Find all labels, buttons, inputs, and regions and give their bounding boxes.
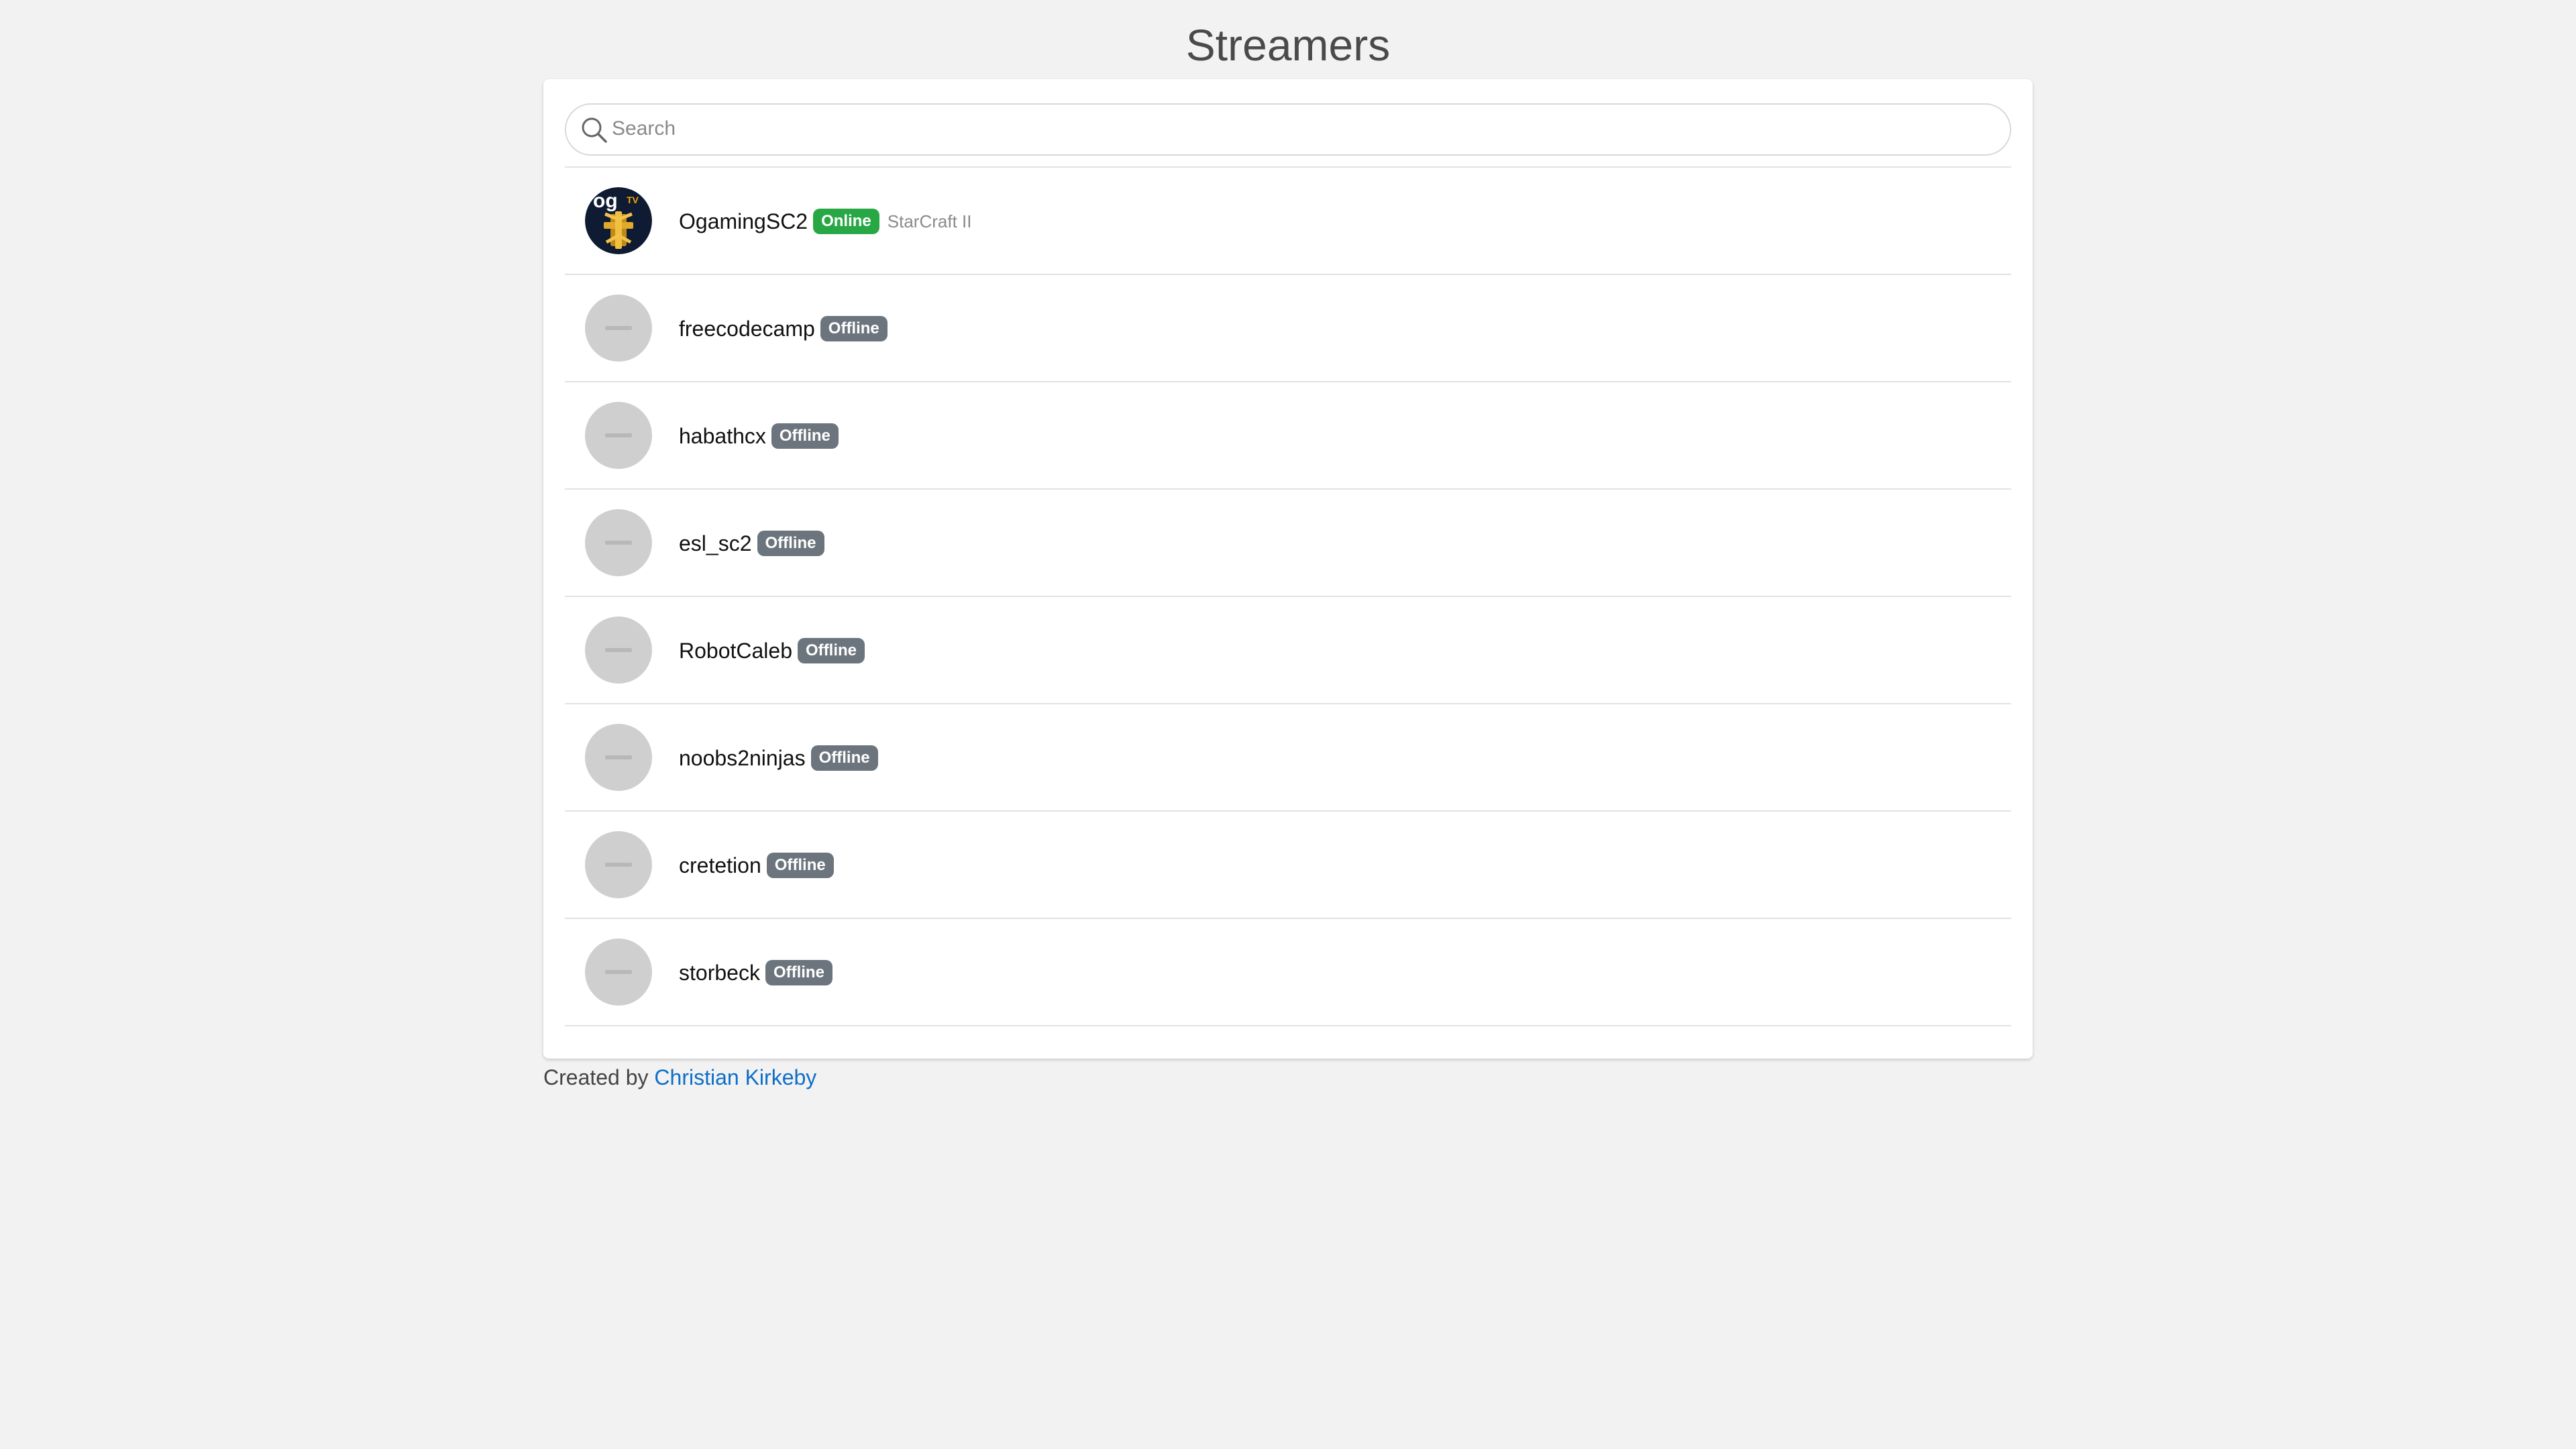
search-bar[interactable]	[565, 103, 2011, 156]
search-icon	[582, 117, 607, 143]
streamer-info: OgamingSC2 Online StarCraft II	[679, 205, 971, 237]
status-badge: Offline	[757, 531, 824, 556]
avatar	[585, 831, 652, 898]
avatar-ogaming-logo: og TV	[585, 187, 652, 254]
streamer-name[interactable]: noobs2ninjas	[679, 746, 806, 771]
ogaming-logo-icon: og TV	[585, 187, 652, 254]
streamer-row[interactable]: noobs2ninjas Offline	[565, 704, 2011, 812]
svg-text:TV: TV	[627, 195, 639, 205]
svg-text:og: og	[593, 190, 618, 212]
streamer-row[interactable]: og TV OgamingSC2 Online StarCraft II	[565, 168, 2011, 275]
streamer-name[interactable]: freecodecamp	[679, 317, 815, 341]
streamer-info: habathcx Offline	[679, 420, 839, 452]
streamer-info: freecodecamp Offline	[679, 313, 888, 345]
avatar	[585, 294, 652, 362]
streamer-row[interactable]: RobotCaleb Offline	[565, 597, 2011, 704]
streamer-row[interactable]: esl_sc2 Offline	[565, 490, 2011, 597]
streamer-name[interactable]: cretetion	[679, 853, 761, 878]
avatar	[585, 616, 652, 684]
placeholder-image-icon	[605, 863, 632, 867]
streamer-name[interactable]: OgamingSC2	[679, 209, 808, 234]
status-badge: Offline	[810, 745, 878, 771]
search-input[interactable]	[612, 110, 1994, 148]
placeholder-image-icon	[605, 648, 632, 652]
streamer-info: storbeck Offline	[679, 957, 833, 989]
status-badge: Offline	[771, 423, 839, 449]
streamer-row[interactable]: storbeck Offline	[565, 919, 2011, 1026]
placeholder-image-icon	[605, 326, 632, 330]
status-badge: Offline	[820, 316, 888, 341]
streamer-info: RobotCaleb Offline	[679, 635, 865, 667]
streamer-info: esl_sc2 Offline	[679, 527, 824, 559]
streamer-list: og TV OgamingSC2 Online StarCraft II fre…	[565, 166, 2011, 1026]
placeholder-image-icon	[605, 433, 632, 437]
footer-prefix: Created by	[543, 1065, 649, 1089]
game-label: StarCraft II	[887, 211, 972, 231]
avatar	[585, 402, 652, 469]
placeholder-image-icon	[605, 541, 632, 545]
streamer-info: noobs2ninjas Offline	[679, 742, 878, 774]
status-badge: Offline	[766, 853, 834, 878]
streamer-name[interactable]: habathcx	[679, 424, 766, 449]
status-badge: Offline	[765, 960, 833, 985]
avatar	[585, 724, 652, 791]
streamer-name[interactable]: storbeck	[679, 961, 760, 985]
placeholder-image-icon	[605, 755, 632, 759]
status-badge: Offline	[798, 638, 865, 663]
page-title: Streamers	[1185, 20, 1391, 70]
author-link[interactable]: Christian Kirkeby	[654, 1065, 816, 1089]
streamer-row[interactable]: cretetion Offline	[565, 812, 2011, 919]
streamer-name[interactable]: esl_sc2	[679, 531, 752, 556]
status-badge: Online	[813, 209, 879, 234]
streamer-info: cretetion Offline	[679, 849, 834, 881]
streamers-card: og TV OgamingSC2 Online StarCraft II fre…	[543, 79, 2033, 1059]
streamer-row[interactable]: habathcx Offline	[565, 382, 2011, 490]
avatar	[585, 509, 652, 576]
streamer-name[interactable]: RobotCaleb	[679, 639, 792, 663]
streamer-row[interactable]: freecodecamp Offline	[565, 275, 2011, 382]
footer: Created by Christian Kirkeby	[543, 1063, 816, 1092]
placeholder-image-icon	[605, 970, 632, 974]
avatar	[585, 938, 652, 1006]
